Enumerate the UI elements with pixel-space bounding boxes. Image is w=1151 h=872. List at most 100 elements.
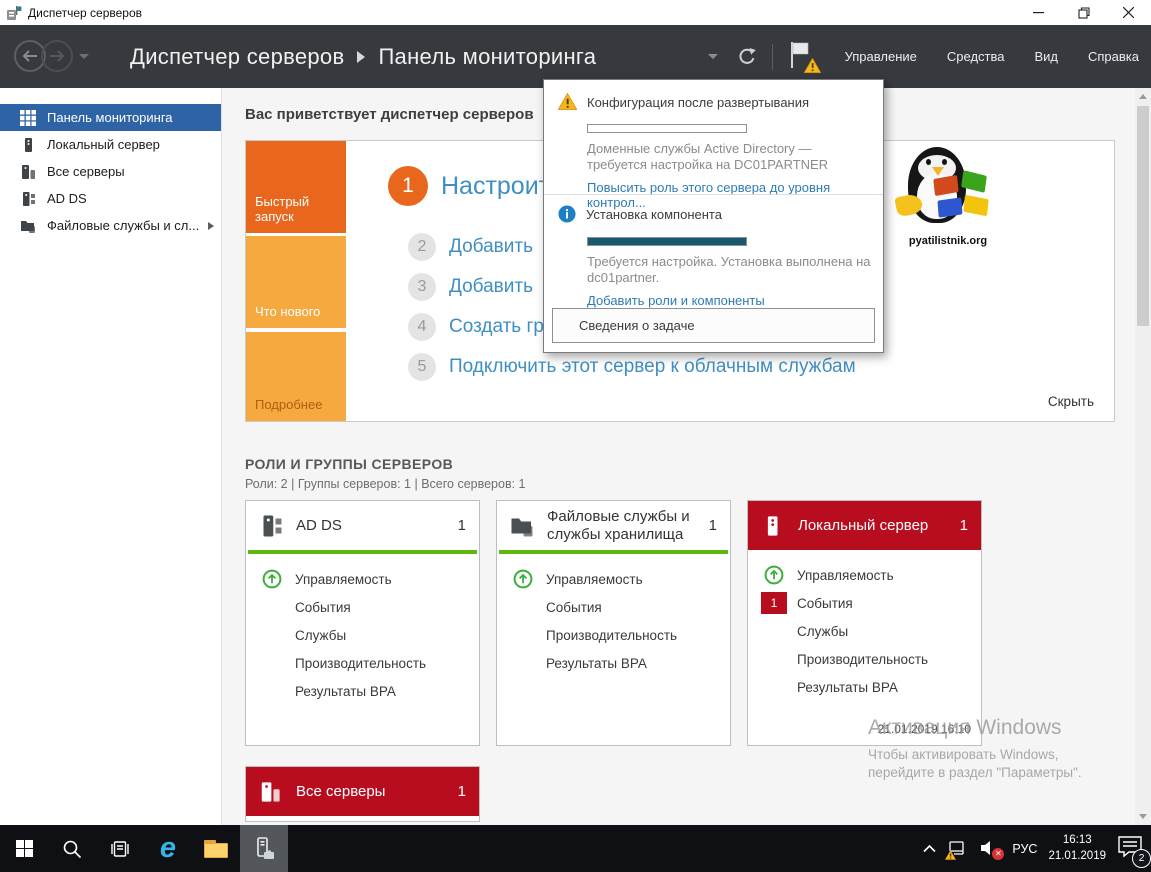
tray-date: 21.01.2019 bbox=[1048, 849, 1106, 865]
menu-help[interactable]: Справка bbox=[1086, 45, 1141, 68]
window-controls bbox=[1016, 0, 1151, 25]
row-label: Службы bbox=[295, 628, 346, 643]
local-server-icon bbox=[761, 514, 787, 538]
add-roles-features-link[interactable]: Добавить роли и компоненты bbox=[587, 293, 871, 308]
tab-learn-more[interactable]: Подробнее bbox=[246, 332, 346, 421]
close-button[interactable] bbox=[1106, 0, 1151, 25]
row-label: Управляемость bbox=[546, 572, 643, 587]
language-indicator[interactable]: РУС bbox=[1012, 842, 1037, 856]
logo-caption: pyatilistnik.org bbox=[894, 235, 1002, 247]
notification-title: Установка компонента bbox=[586, 205, 722, 222]
server-manager-button[interactable] bbox=[240, 825, 288, 872]
step-number: 5 bbox=[408, 353, 436, 381]
menu-tools[interactable]: Средства bbox=[945, 45, 1007, 68]
tab-whats-new[interactable]: Что нового bbox=[246, 236, 346, 328]
refresh-icon[interactable] bbox=[736, 46, 758, 68]
menu-view[interactable]: Вид bbox=[1032, 45, 1060, 68]
sidebar-item-dashboard[interactable]: Панель мониторинга bbox=[0, 104, 221, 131]
start-button[interactable] bbox=[0, 825, 48, 872]
up-arrow-circle-icon bbox=[761, 565, 787, 585]
card-row-performance[interactable]: Производительность bbox=[497, 621, 730, 649]
card-header[interactable]: AD DS 1 bbox=[246, 501, 479, 550]
tab-quick-start[interactable]: Быстрый запуск bbox=[246, 141, 346, 233]
card-row-events[interactable]: События bbox=[246, 593, 479, 621]
internet-explorer-button[interactable]: e bbox=[144, 825, 192, 872]
card-header[interactable]: Локальный сервер 1 bbox=[748, 501, 981, 550]
task-details-label: Сведения о задаче bbox=[579, 318, 695, 333]
scrollbar-thumb[interactable] bbox=[1137, 106, 1149, 326]
vertical-scrollbar[interactable] bbox=[1135, 88, 1151, 825]
toolbar-dropdown-icon[interactable] bbox=[708, 54, 718, 59]
row-label: Управляемость bbox=[797, 568, 894, 583]
tray-time: 16:13 bbox=[1048, 833, 1106, 849]
step-configure-server[interactable]: 1 Настроить bbox=[388, 166, 563, 206]
task-view-button[interactable] bbox=[96, 825, 144, 872]
card-count: 1 bbox=[458, 783, 466, 800]
file-explorer-button[interactable] bbox=[192, 825, 240, 872]
row-label: Производительность bbox=[797, 652, 928, 667]
step-label: Подключить этот сервер к облачным служба… bbox=[449, 356, 856, 378]
step-connect-cloud[interactable]: 5 Подключить этот сервер к облачным служ… bbox=[408, 353, 856, 381]
clock[interactable]: 16:13 21.01.2019 bbox=[1048, 833, 1106, 864]
card-row-bpa[interactable]: Результаты BPA bbox=[748, 673, 981, 701]
sidebar-item-all-servers[interactable]: Все серверы bbox=[0, 158, 221, 185]
step-label: Создать гр bbox=[449, 316, 544, 338]
search-button[interactable] bbox=[48, 825, 96, 872]
role-cards: AD DS 1 Управляемость События Службы Про… bbox=[245, 500, 982, 746]
step-add-servers[interactable]: 3 Добавить bbox=[408, 273, 533, 301]
expand-arrow-icon[interactable] bbox=[208, 222, 214, 230]
row-label: Результаты BPA bbox=[797, 680, 898, 695]
card-row-services[interactable]: Службы bbox=[748, 617, 981, 645]
step-create-group[interactable]: 4 Создать гр bbox=[408, 313, 544, 341]
card-title: AD DS bbox=[296, 517, 342, 534]
menu-manage[interactable]: Управление bbox=[843, 45, 919, 68]
notifications-flag-button[interactable] bbox=[789, 41, 817, 73]
tray-chevron-icon[interactable] bbox=[923, 840, 936, 858]
action-center-button[interactable]: 2 bbox=[1117, 834, 1147, 864]
task-details-button[interactable]: Сведения о задаче bbox=[552, 308, 875, 343]
card-header[interactable]: Файловые службы и службы хранилища 1 bbox=[497, 501, 730, 550]
notification-message: Требуется настройка. Установка выполнена… bbox=[587, 254, 871, 287]
card-title: Файловые службы и службы хранилища bbox=[547, 508, 697, 543]
welcome-title: Вас приветствует диспетчер серверов bbox=[245, 106, 534, 123]
warning-badge-icon bbox=[804, 58, 821, 76]
sidebar-item-label: Файловые службы и сл... bbox=[47, 218, 199, 233]
ad-ds-icon bbox=[20, 190, 37, 207]
minimize-button[interactable] bbox=[1016, 0, 1061, 25]
card-header[interactable]: Все серверы 1 bbox=[246, 767, 479, 816]
step-number: 3 bbox=[408, 273, 436, 301]
sidebar-item-ad-ds[interactable]: AD DS bbox=[0, 185, 221, 212]
card-row-manageability[interactable]: Управляемость bbox=[748, 561, 981, 589]
forward-button[interactable] bbox=[41, 40, 73, 72]
card-row-performance[interactable]: Производительность bbox=[246, 649, 479, 677]
server-manager-icon bbox=[251, 836, 277, 862]
sidebar: Панель мониторинга Локальный сервер Все … bbox=[0, 88, 222, 825]
scroll-up-icon[interactable] bbox=[1139, 94, 1147, 99]
breadcrumb-root[interactable]: Диспетчер серверов bbox=[130, 44, 344, 70]
card-row-manageability[interactable]: Управляемость bbox=[246, 565, 479, 593]
tab-label: Что нового bbox=[255, 304, 320, 319]
hide-link[interactable]: Скрыть bbox=[1048, 394, 1094, 409]
ie-icon: e bbox=[160, 834, 176, 863]
volume-muted-icon[interactable]: ✕ bbox=[979, 839, 1001, 859]
sidebar-item-local-server[interactable]: Локальный сервер bbox=[0, 131, 221, 158]
card-row-bpa[interactable]: Результаты BPA bbox=[246, 677, 479, 705]
app-icon bbox=[6, 5, 22, 21]
card-row-events[interactable]: События bbox=[497, 593, 730, 621]
card-row-bpa[interactable]: Результаты BPA bbox=[497, 649, 730, 677]
nav-history-dropdown-icon[interactable] bbox=[79, 54, 89, 59]
network-icon[interactable] bbox=[947, 840, 968, 858]
card-row-events[interactable]: 1 События bbox=[748, 589, 981, 617]
sidebar-item-file-services[interactable]: Файловые службы и сл... bbox=[0, 212, 221, 239]
scroll-down-icon[interactable] bbox=[1139, 814, 1147, 819]
card-row-manageability[interactable]: Управляемость bbox=[497, 565, 730, 593]
step-add-roles[interactable]: 2 Добавить bbox=[408, 233, 533, 261]
event-count-badge: 1 bbox=[761, 592, 787, 614]
restore-button[interactable] bbox=[1061, 0, 1106, 25]
role-card-all-servers: Все серверы 1 bbox=[245, 766, 480, 822]
sidebar-item-label: Локальный сервер bbox=[47, 137, 160, 152]
card-count: 1 bbox=[960, 517, 968, 534]
card-row-services[interactable]: Службы bbox=[246, 621, 479, 649]
progress-fill bbox=[588, 238, 746, 245]
card-row-performance[interactable]: Производительность bbox=[748, 645, 981, 673]
